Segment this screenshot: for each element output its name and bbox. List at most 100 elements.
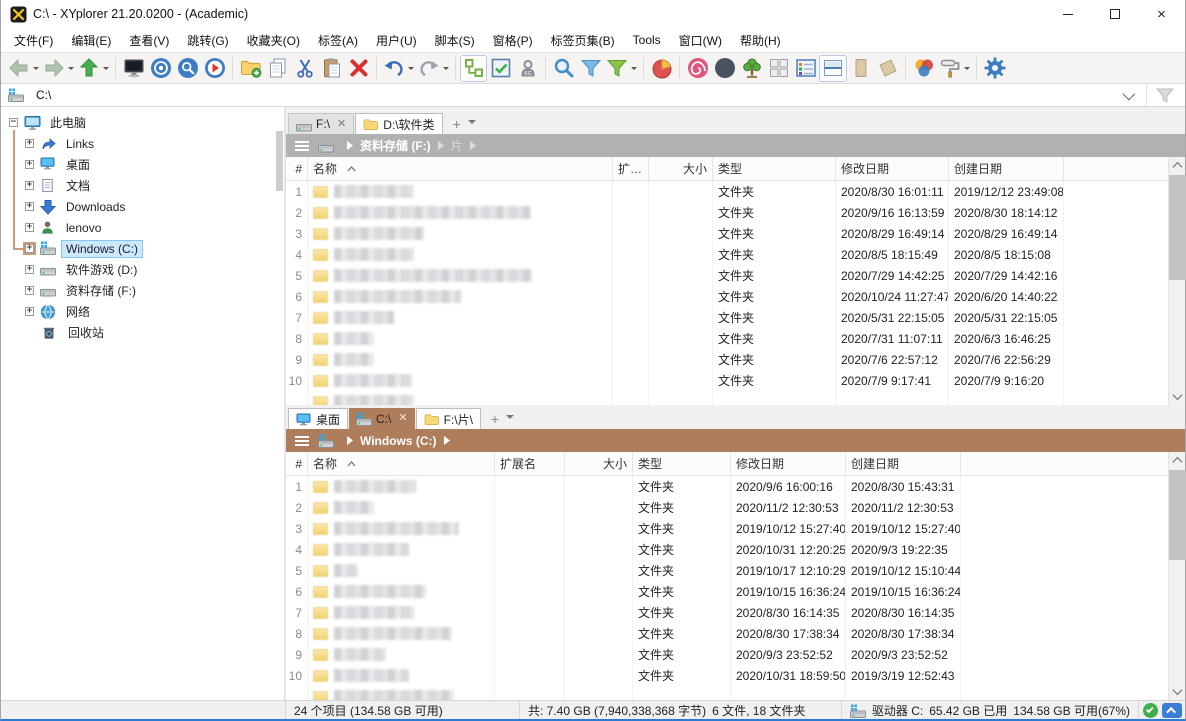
tree-item-label[interactable]: Downloads (61, 198, 130, 216)
file-row[interactable]: 2文件夹2020/11/2 12:30:532020/11/2 12:30:53 (286, 497, 1168, 518)
tree-item-[interactable]: 回收站 (1, 322, 284, 343)
new-folder-button[interactable] (237, 55, 264, 82)
scrollbar-thumb[interactable] (1169, 175, 1186, 280)
pane-menu-icon[interactable] (295, 436, 309, 446)
horizontal-panes-button[interactable] (819, 55, 847, 82)
color-filters-button[interactable] (910, 55, 937, 82)
menu-item-0[interactable]: 文件(F) (5, 29, 62, 52)
tree-item-downloads[interactable]: + Downloads (1, 196, 284, 217)
tab-d软件类[interactable]: D:\软件类 (355, 113, 442, 134)
new-tab-button[interactable]: + (482, 411, 506, 429)
tree-item-f[interactable]: + 资料存储 (F:) (1, 280, 284, 301)
menu-item-11[interactable]: 窗口(W) (670, 29, 731, 52)
column-header-名称[interactable]: 名称 (308, 452, 495, 475)
cut-button[interactable] (291, 55, 318, 82)
back-button[interactable] (6, 55, 41, 82)
tab-c[interactable]: C:\✕ (349, 408, 415, 429)
highlight-target-button[interactable] (147, 55, 174, 82)
quad-view-button[interactable] (765, 55, 792, 82)
column-header-index[interactable]: # (286, 157, 308, 180)
list-scrollbar[interactable] (1168, 157, 1185, 405)
filter-button[interactable] (577, 55, 604, 82)
visual-filter-button[interactable] (684, 55, 711, 82)
breadcrumb-item[interactable]: Windows (C:) (360, 434, 437, 448)
menu-item-12[interactable]: 帮助(H) (731, 29, 790, 52)
breadcrumb-arrow-icon[interactable] (347, 141, 353, 150)
expand-icon[interactable]: + (25, 160, 34, 169)
expand-icon[interactable]: + (25, 139, 34, 148)
file-row[interactable]: 6文件夹2019/10/15 16:36:242019/10/15 16:36:… (286, 581, 1168, 602)
copy-button[interactable] (264, 55, 291, 82)
tree-item-label[interactable]: lenovo (61, 219, 106, 237)
breadcrumb-arrow-icon[interactable] (347, 436, 353, 445)
file-row[interactable]: 5文件夹2019/10/17 12:10:292019/10/12 15:10:… (286, 560, 1168, 581)
column-header-修改日期[interactable]: 修改日期 (731, 452, 846, 475)
scrollbar-thumb[interactable] (1169, 470, 1186, 560)
breadcrumb-arrow-icon[interactable] (470, 141, 476, 150)
column-header-创建日期[interactable]: 创建日期 (949, 157, 1064, 180)
redo-dropdown-icon[interactable] (443, 67, 449, 73)
folder-size-pie-button[interactable] (648, 55, 675, 82)
column-header-扩展名[interactable]: 扩展名 (495, 452, 565, 475)
file-row[interactable]: 10文件夹2020/7/9 9:17:412020/7/9 9:16:20 (286, 370, 1168, 391)
column-header-大小[interactable]: 大小 (565, 452, 633, 475)
file-row[interactable] (286, 391, 1168, 405)
tab-close-icon[interactable]: ✕ (398, 413, 407, 424)
tree-scrollbar[interactable] (276, 109, 283, 678)
address-filter-icon[interactable] (1147, 85, 1185, 105)
column-header-类型[interactable]: 类型 (713, 157, 836, 180)
file-row[interactable]: 8文件夹2020/7/31 11:07:112020/6/3 16:46:25 (286, 328, 1168, 349)
scroll-up-icon[interactable] (1169, 157, 1186, 174)
paint-folder-button[interactable] (937, 55, 972, 82)
file-row[interactable]: 9文件夹2020/7/6 22:57:122020/7/6 22:56:29 (286, 349, 1168, 370)
address-input[interactable]: C:\ (36, 88, 1123, 102)
forward-button[interactable] (41, 55, 76, 82)
tree-scrollbar-thumb[interactable] (276, 131, 283, 191)
tab-list-dropdown-icon[interactable] (468, 120, 476, 128)
tree-item-[interactable]: + 桌面 (1, 154, 284, 175)
file-row[interactable]: 10文件夹2020/10/31 18:59:502019/3/19 12:52:… (286, 665, 1168, 686)
tree-item-label[interactable]: 桌面 (61, 154, 95, 175)
address-bar[interactable]: C:\ (1, 84, 1185, 107)
undo-button[interactable] (381, 55, 416, 82)
menu-item-1[interactable]: 编辑(E) (62, 29, 120, 52)
file-row[interactable]: 4文件夹2020/8/5 18:15:492020/8/5 18:15:08 (286, 244, 1168, 265)
tree-item-label[interactable]: Links (61, 135, 99, 153)
expand-icon[interactable]: + (25, 244, 34, 253)
tree-item-label[interactable]: 资料存储 (F:) (61, 280, 141, 301)
tree-item-d[interactable]: +软件游戏 (D:) (1, 259, 284, 280)
file-row[interactable]: 8文件夹2020/8/30 17:38:342020/8/30 17:38:34 (286, 623, 1168, 644)
forward-dropdown-icon[interactable] (68, 67, 74, 73)
file-row[interactable] (286, 686, 1168, 700)
quick-filter-dropdown-icon[interactable] (631, 67, 637, 73)
menu-item-7[interactable]: 脚本(S) (426, 29, 484, 52)
expand-icon[interactable]: + (25, 307, 34, 316)
tree-item-[interactable]: +文档 (1, 175, 284, 196)
dark-mode-button[interactable] (711, 55, 738, 82)
tree-item-label[interactable]: 软件游戏 (D:) (61, 259, 142, 280)
tab-f[interactable]: F:\✕ (288, 113, 354, 134)
expand-icon[interactable]: + (25, 286, 34, 295)
file-row[interactable]: 3文件夹2020/8/29 16:49:142020/8/29 16:49:14 (286, 223, 1168, 244)
menu-item-8[interactable]: 窗格(P) (484, 29, 542, 52)
expand-icon[interactable]: + (25, 202, 34, 211)
checkbox-selection-button[interactable] (487, 55, 514, 82)
pane-menu-icon[interactable] (295, 141, 309, 151)
tree-item-[interactable]: +网络 (1, 301, 284, 322)
tree-item-label[interactable]: Windows (C:) (61, 240, 143, 258)
minitree-computer-button[interactable] (120, 55, 147, 82)
drive-c-icon[interactable] (318, 434, 334, 448)
scroll-up-icon[interactable] (1169, 452, 1186, 469)
breadcrumb-item[interactable]: 资料存储 (F:) (360, 137, 431, 154)
minimize-button[interactable] (1044, 0, 1091, 28)
file-row[interactable]: 9文件夹2020/9/3 23:52:522020/9/3 23:52:52 (286, 644, 1168, 665)
tab-close-icon[interactable]: ✕ (337, 119, 346, 130)
paste-button[interactable] (318, 55, 345, 82)
column-header-类型[interactable]: 类型 (633, 452, 731, 475)
expand-icon[interactable]: + (25, 181, 34, 190)
file-row[interactable]: 7文件夹2020/5/31 22:15:052020/5/31 22:15:05 (286, 307, 1168, 328)
scroll-down-icon[interactable] (1169, 683, 1186, 700)
file-row[interactable]: 1文件夹2020/8/30 16:01:112019/12/12 23:49:0… (286, 181, 1168, 202)
menu-item-2[interactable]: 查看(V) (120, 29, 178, 52)
collapse-icon[interactable]: − (9, 118, 18, 127)
